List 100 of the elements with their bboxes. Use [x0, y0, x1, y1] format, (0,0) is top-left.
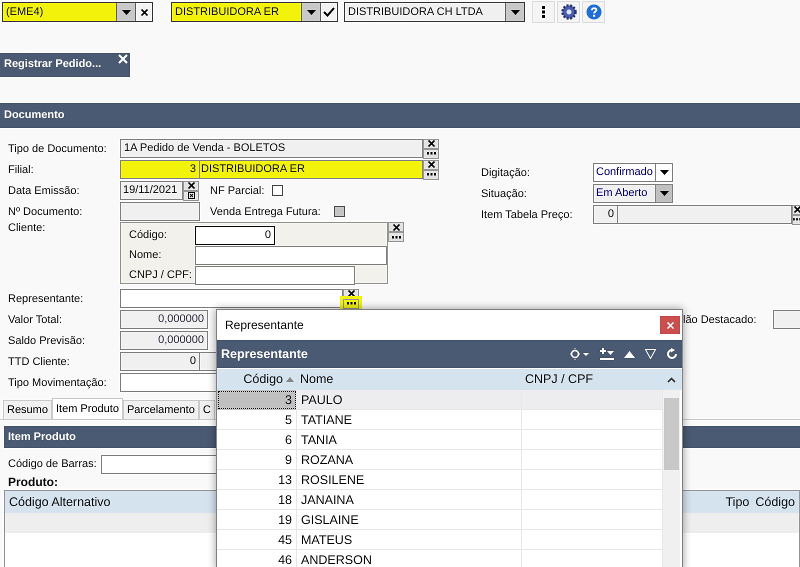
- table-row[interactable]: 9 ROZANA: [217, 450, 663, 470]
- table-cell: MATEUS: [297, 530, 522, 550]
- checkbox[interactable]: [272, 185, 284, 196]
- field-label: lão Destacado:: [683, 314, 758, 326]
- clear-icon: [348, 290, 354, 297]
- document-type-field[interactable]: 1A Pedido de Venda - BOLETOS: [120, 139, 423, 158]
- price-table-field[interactable]: [617, 205, 792, 224]
- column-header[interactable]: Código: [755, 491, 795, 513]
- client-name-field[interactable]: [195, 246, 387, 264]
- search-button[interactable]: [388, 232, 404, 242]
- caret-icon: [660, 191, 668, 196]
- client-document-field[interactable]: [195, 266, 355, 284]
- scrollbar[interactable]: [663, 390, 680, 567]
- checkbox-label: NF Parcial:: [210, 184, 264, 196]
- column-header[interactable]: Código Alternativo: [9, 491, 110, 513]
- help-button[interactable]: [582, 1, 605, 23]
- movement-type-field[interactable]: [120, 373, 217, 392]
- branch-code-field[interactable]: 3: [120, 160, 199, 179]
- column-header[interactable]: CNPJ / CPF: [522, 369, 663, 390]
- table-cell: JANAINA: [297, 490, 522, 510]
- column-header[interactable]: Nome: [297, 369, 522, 390]
- table-cell: 6: [217, 430, 297, 450]
- field-label: Nome:: [129, 249, 162, 261]
- table-row[interactable]: 19 GISLAINE: [217, 510, 663, 530]
- table-row[interactable]: 13 ROSILENE: [217, 470, 663, 490]
- tab[interactable]: Resumo: [3, 400, 52, 419]
- settings-button[interactable]: [557, 1, 580, 23]
- clear-icon: [794, 206, 800, 213]
- field-label: Saldo Previsão:: [7, 334, 86, 346]
- field-label: Código de Barras:: [8, 458, 97, 470]
- tab[interactable]: C: [198, 400, 215, 419]
- caret-icon: [660, 170, 668, 175]
- table-cell: ROZANA: [297, 450, 522, 470]
- checkbox-label: Venda Entrega Futura:: [210, 206, 321, 218]
- column-options-icon[interactable]: [570, 348, 590, 360]
- calendar-button[interactable]: [183, 190, 199, 200]
- open-tab[interactable]: Registrar Pedido...: [0, 53, 130, 77]
- status-dropdown[interactable]: Confirmado: [593, 163, 673, 182]
- search-button[interactable]: [423, 170, 439, 180]
- field-label: Tipo de Documento:: [7, 142, 108, 154]
- table-cell: ROSILENE: [297, 470, 522, 490]
- clear-button[interactable]: [388, 222, 404, 232]
- combo-box[interactable]: DISTRIBUIDORA CH LTDA: [344, 2, 525, 22]
- close-icon: [666, 322, 674, 328]
- close-button[interactable]: [660, 316, 680, 334]
- ttd-description-field[interactable]: [200, 352, 217, 371]
- combo-box[interactable]: DISTRIBUIDORA ER: [171, 2, 338, 22]
- vertical-dots-icon: [542, 6, 545, 18]
- table-row[interactable]: 45 MATEUS: [217, 530, 663, 550]
- tab[interactable]: Parcelamento: [122, 400, 199, 419]
- sort-add-icon[interactable]: [600, 348, 614, 360]
- field-label: CNPJ / CPF:: [129, 269, 193, 281]
- caret-icon: [122, 10, 130, 14]
- table-cell: 13: [217, 470, 297, 490]
- more-icon: [392, 236, 400, 238]
- column-header[interactable]: Tipo: [726, 491, 750, 513]
- representative-field[interactable]: [120, 289, 343, 308]
- caret-icon: [306, 10, 316, 14]
- situation-dropdown[interactable]: Em Aberto: [593, 184, 673, 203]
- field-label: Código:: [129, 229, 168, 241]
- clear-button[interactable]: [423, 138, 439, 148]
- table-cell: 3: [217, 390, 297, 410]
- check-icon: [323, 7, 335, 17]
- search-button[interactable]: [423, 148, 439, 158]
- table-row[interactable]: 6 TANIA: [217, 430, 663, 450]
- close-tab-button[interactable]: [118, 54, 128, 64]
- tab[interactable]: Item Produto: [52, 398, 123, 419]
- scroll-up-icon[interactable]: [667, 376, 676, 382]
- field-label: TTD Cliente:: [7, 356, 71, 368]
- table-cell: 46: [217, 550, 297, 567]
- more-icon: [346, 302, 356, 305]
- document-number-field[interactable]: [120, 202, 200, 221]
- field-label: Item Tabela Preço:: [480, 208, 574, 220]
- price-table-code-field[interactable]: 0: [593, 205, 617, 224]
- more-icon: [426, 173, 436, 176]
- balance-field[interactable]: 0,000000: [120, 331, 208, 350]
- table-row[interactable]: 3 PAULO: [217, 390, 663, 410]
- combo-box[interactable]: (EME4): [2, 2, 153, 22]
- client-code-field[interactable]: 0: [195, 226, 275, 244]
- column-header[interactable]: Código: [243, 369, 283, 390]
- triangle-up-icon[interactable]: [624, 350, 635, 358]
- search-button[interactable]: [343, 298, 359, 308]
- table-row[interactable]: 5 TATIANE: [217, 410, 663, 430]
- branch-name-field[interactable]: DISTRIBUIDORA ER: [199, 160, 423, 179]
- filter-icon[interactable]: [645, 349, 656, 359]
- settings-icon: [560, 4, 576, 20]
- ttd-field[interactable]: 0: [120, 352, 200, 371]
- clear-button[interactable]: [423, 160, 439, 170]
- date-field[interactable]: 19/11/2021: [120, 181, 183, 200]
- more-options-button[interactable]: [532, 1, 555, 23]
- refresh-icon[interactable]: [666, 348, 678, 360]
- table-cell: TANIA: [297, 430, 522, 450]
- close-icon: [118, 54, 128, 64]
- help-icon: [586, 4, 602, 20]
- total-value-field[interactable]: 0,000000: [120, 310, 208, 329]
- clear-button[interactable]: [183, 180, 199, 190]
- search-button[interactable]: [792, 214, 800, 224]
- table-row[interactable]: 18 JANAINA: [217, 490, 663, 510]
- clear-button[interactable]: [792, 204, 800, 214]
- table-cell: 19: [217, 510, 297, 530]
